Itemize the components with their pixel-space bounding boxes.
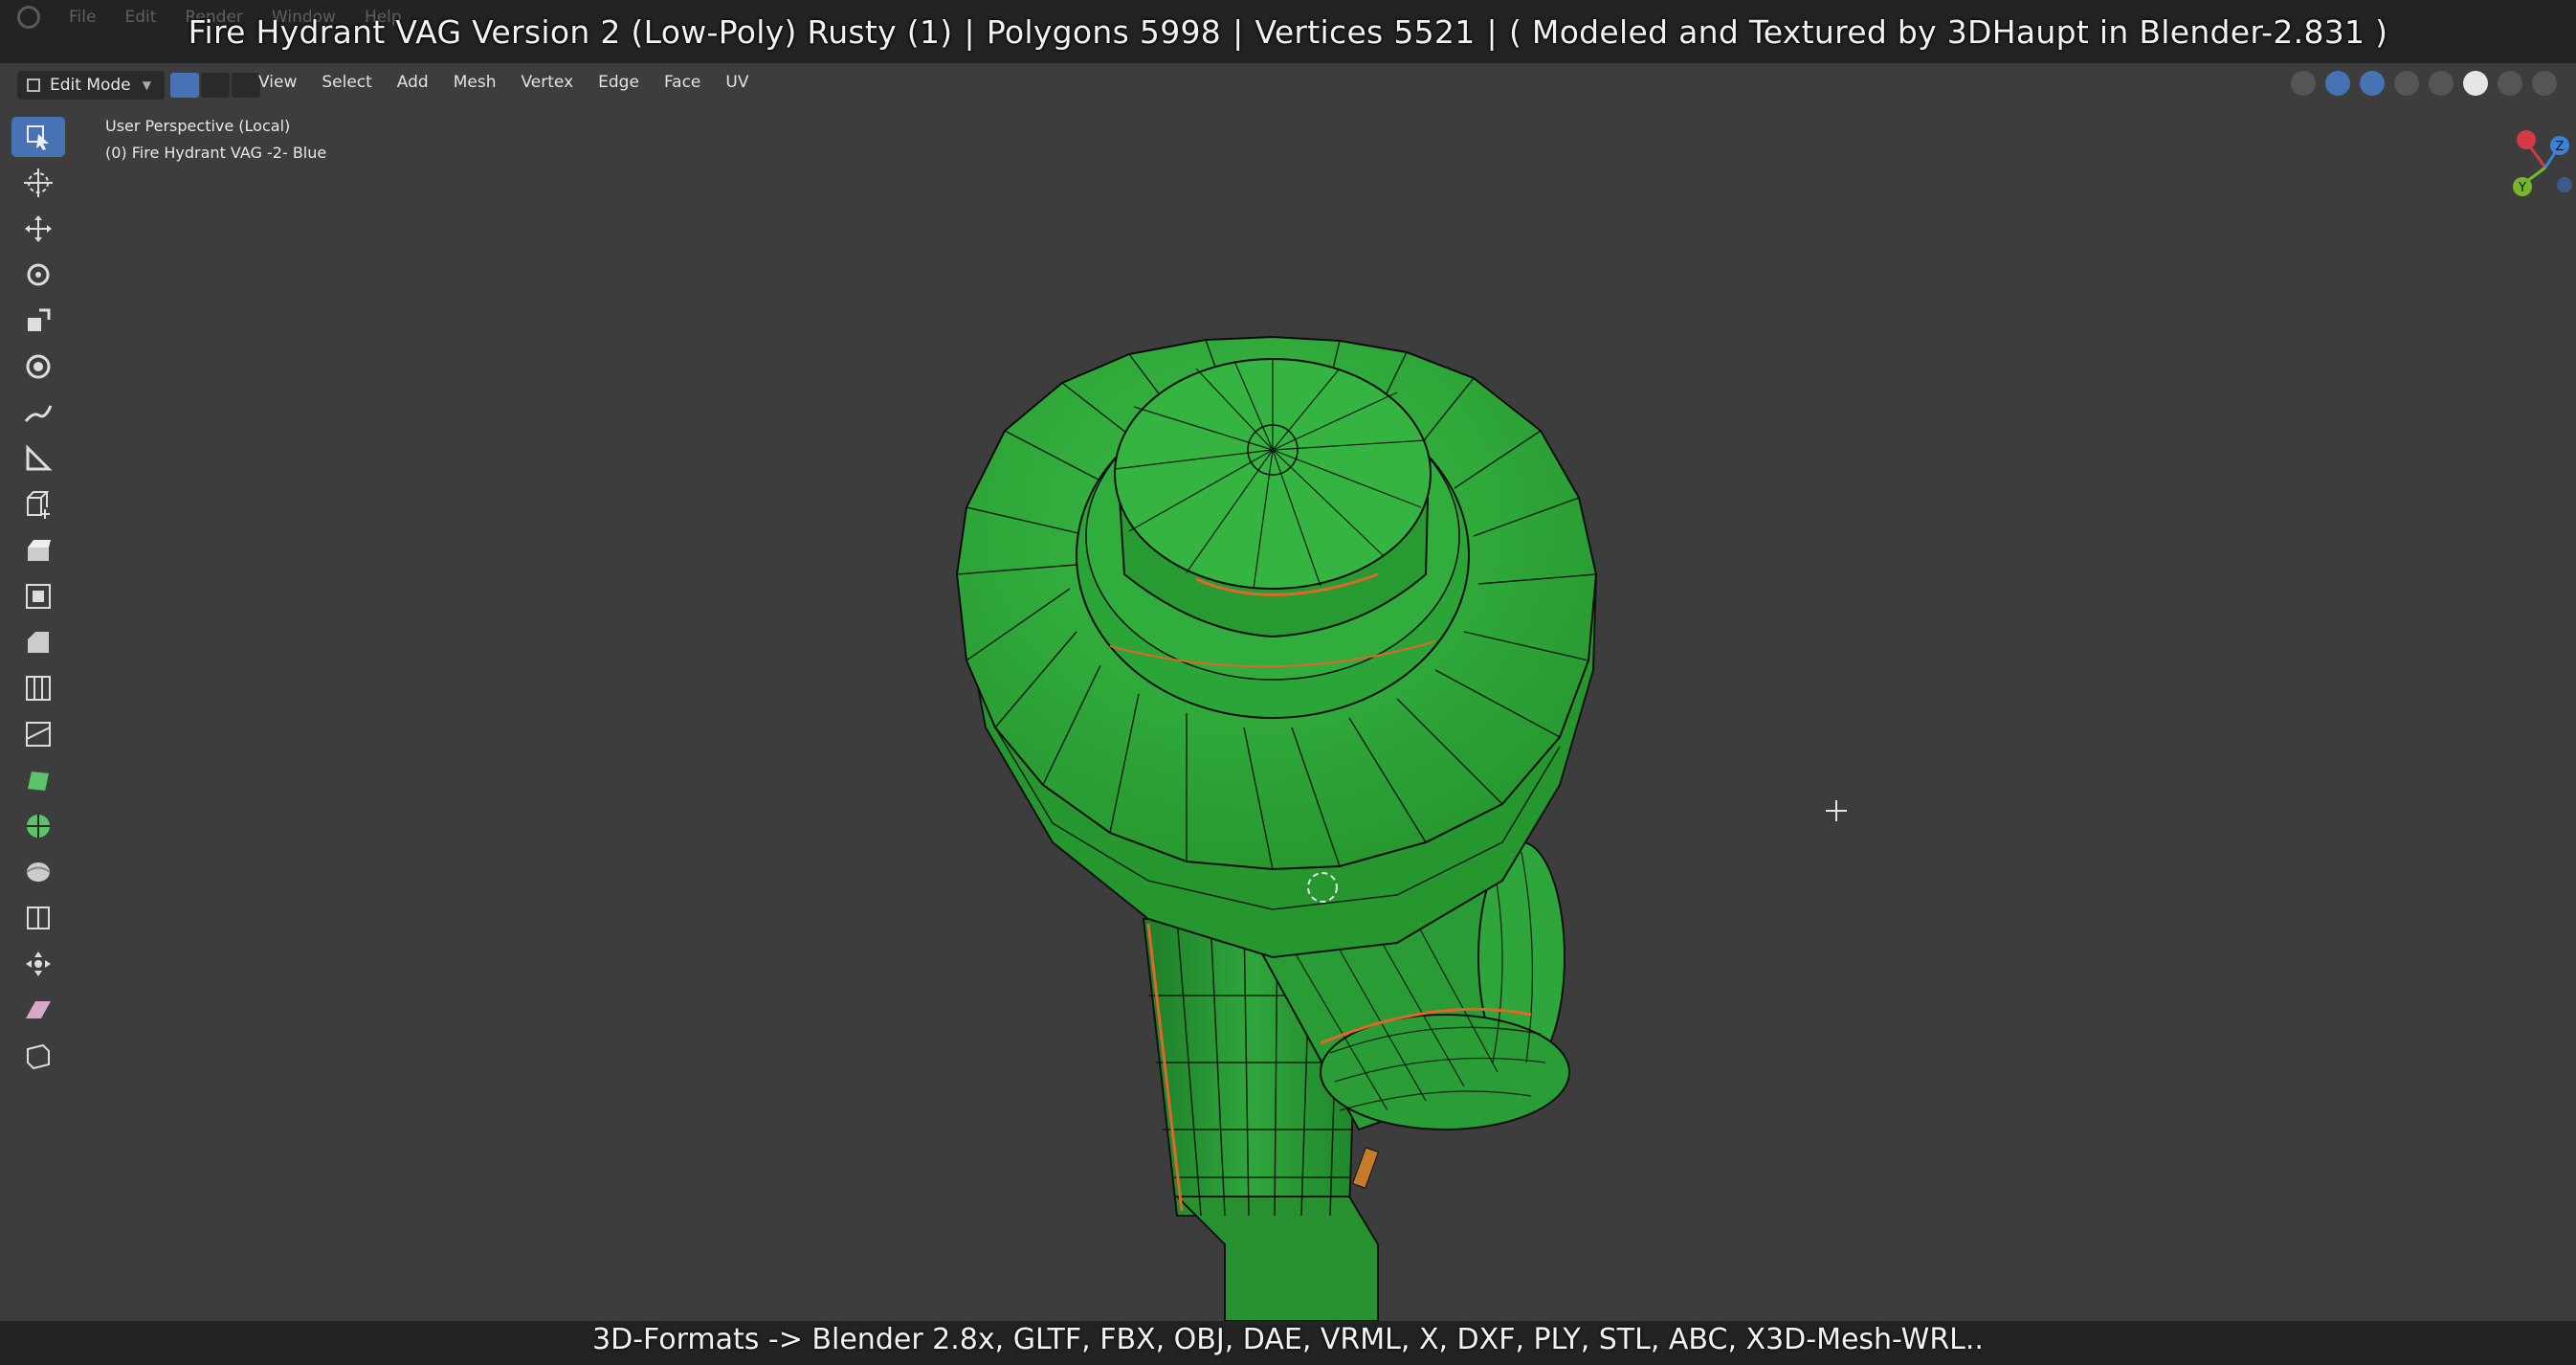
mouse-crosshair-icon xyxy=(1826,800,1847,821)
navigation-gizmo[interactable]: Z Y xyxy=(2513,130,2572,196)
gizmo-z-label: Z xyxy=(2556,140,2565,154)
hydrant-top-cap[interactable] xyxy=(955,335,1598,959)
formats-overlay: 3D-Formats -> Blender 2.8x, GLTF, FBX, O… xyxy=(592,1322,1984,1356)
gizmo-x-axis[interactable] xyxy=(2517,130,2536,149)
viewport-3d[interactable]: Z Y xyxy=(0,0,2576,1365)
gizmo-y-label: Y xyxy=(2518,181,2526,195)
